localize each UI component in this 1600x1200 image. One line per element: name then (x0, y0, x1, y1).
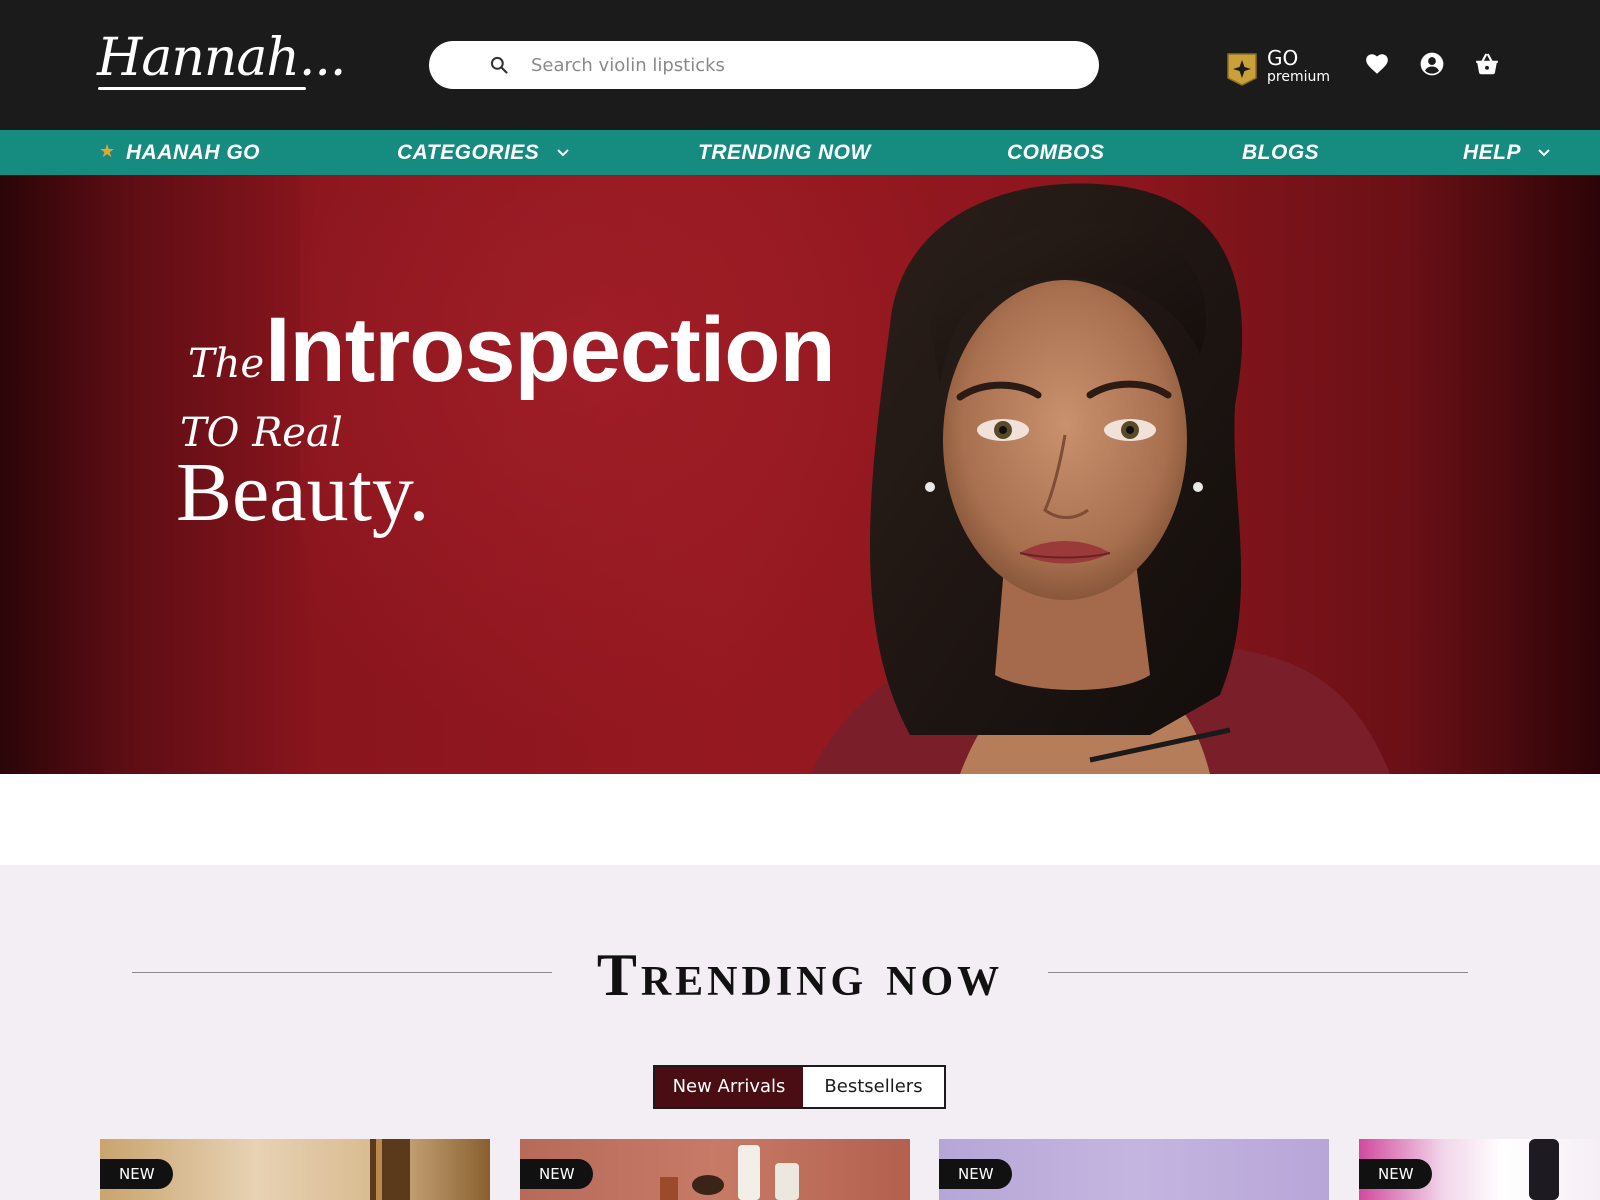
nav-item-label: BLOGS (1242, 141, 1320, 164)
product-card[interactable]: NEW (520, 1139, 910, 1200)
user-icon[interactable] (1419, 51, 1445, 77)
new-badge: NEW (939, 1159, 1012, 1189)
search-input[interactable] (531, 47, 1071, 83)
nav-item-label: CATEGORIES (397, 141, 540, 164)
premium-title: GO (1267, 46, 1299, 70)
new-badge: NEW (1359, 1159, 1432, 1189)
chevron-down-icon (556, 149, 569, 157)
basket-icon[interactable] (1474, 51, 1500, 77)
hero-script-the: The (188, 341, 265, 387)
new-badge: NEW (100, 1159, 173, 1189)
hero-banner[interactable]: The Introspection TO Real Beauty. (0, 175, 1600, 774)
divider-line-left (132, 972, 552, 973)
product-card[interactable]: NEW (939, 1139, 1329, 1200)
product-image (660, 1145, 799, 1200)
nav-item-label: HAANAH GO (126, 141, 260, 164)
product-image (1529, 1139, 1559, 1200)
star-icon: ★ (99, 141, 116, 161)
nav-item-combos[interactable]: COMBOS (1007, 130, 1105, 175)
heart-icon[interactable] (1364, 51, 1390, 77)
search-bar[interactable] (429, 41, 1099, 89)
tab-bestsellers[interactable]: Bestsellers (803, 1067, 944, 1107)
model-portrait-image (810, 183, 1390, 774)
trending-tabs: New Arrivals Bestsellers (653, 1065, 946, 1109)
nav-item-label: TRENDING NOW (698, 141, 871, 164)
product-card[interactable]: NEW (1359, 1139, 1600, 1200)
new-badge: NEW (520, 1159, 593, 1189)
nav-item-trending-now[interactable]: TRENDING NOW (698, 130, 871, 175)
hero-headline: Introspection (265, 299, 836, 401)
nav-item-help[interactable]: HELP (1463, 130, 1551, 175)
go-premium-button[interactable]: GO premium (1224, 46, 1334, 92)
nav-item-label: HELP (1463, 141, 1521, 164)
product-image (370, 1139, 410, 1200)
divider-line-right (1048, 972, 1468, 973)
nav-item-categories[interactable]: CATEGORIES (397, 130, 570, 175)
main-nav: ★ HAANAH GO CATEGORIES TRENDING NOW COMB… (0, 130, 1600, 175)
hero-beauty-text: Beauty. (176, 446, 430, 539)
brand-logo[interactable]: Hannah... (97, 30, 346, 94)
section-title: Trending now (596, 942, 1004, 1008)
nav-item-blogs[interactable]: BLOGS (1242, 130, 1319, 175)
chevron-down-icon (1537, 149, 1550, 157)
nav-item-haanah-go[interactable]: HAANAH GO (126, 130, 260, 175)
product-card[interactable]: NEW (100, 1139, 490, 1200)
search-icon[interactable] (489, 55, 509, 75)
top-header: Hannah... GO premium (0, 0, 1600, 130)
logo-underline (98, 87, 306, 90)
nav-item-label: COMBOS (1007, 141, 1105, 164)
premium-subtitle: premium (1267, 69, 1330, 85)
premium-badge-icon (1227, 53, 1257, 86)
tab-new-arrivals[interactable]: New Arrivals (655, 1067, 803, 1107)
